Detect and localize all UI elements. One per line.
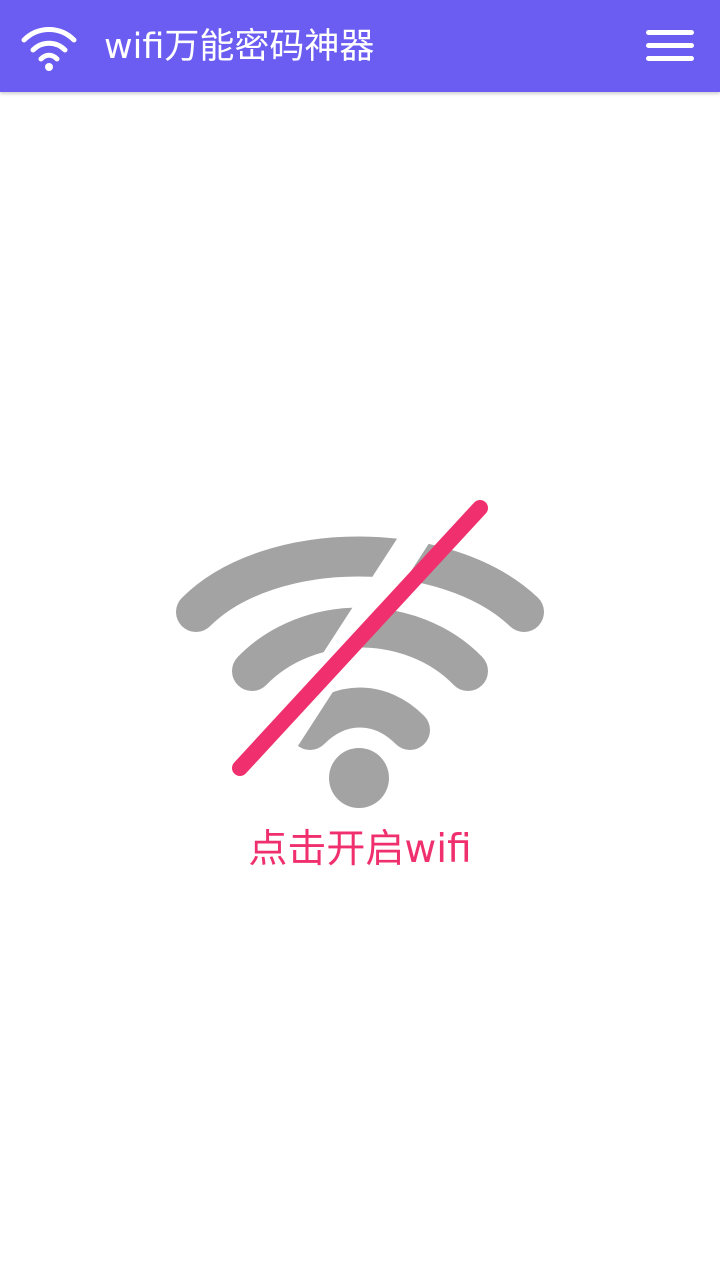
menu-button[interactable] bbox=[640, 22, 700, 70]
top-app-bar: wifi万能密码神器 bbox=[0, 0, 720, 92]
wifi-icon bbox=[21, 27, 77, 71]
menu-bar-middle bbox=[646, 43, 694, 48]
app-screen: wifi万能密码神器 点击开启wifi bbox=[0, 0, 720, 1280]
menu-bar-bottom bbox=[646, 56, 694, 61]
app-title: wifi万能密码神器 bbox=[104, 27, 375, 67]
menu-bar-top bbox=[646, 30, 694, 35]
wifi-off-icon[interactable] bbox=[150, 480, 570, 820]
enable-wifi-button[interactable]: 点击开启wifi bbox=[0, 824, 720, 876]
